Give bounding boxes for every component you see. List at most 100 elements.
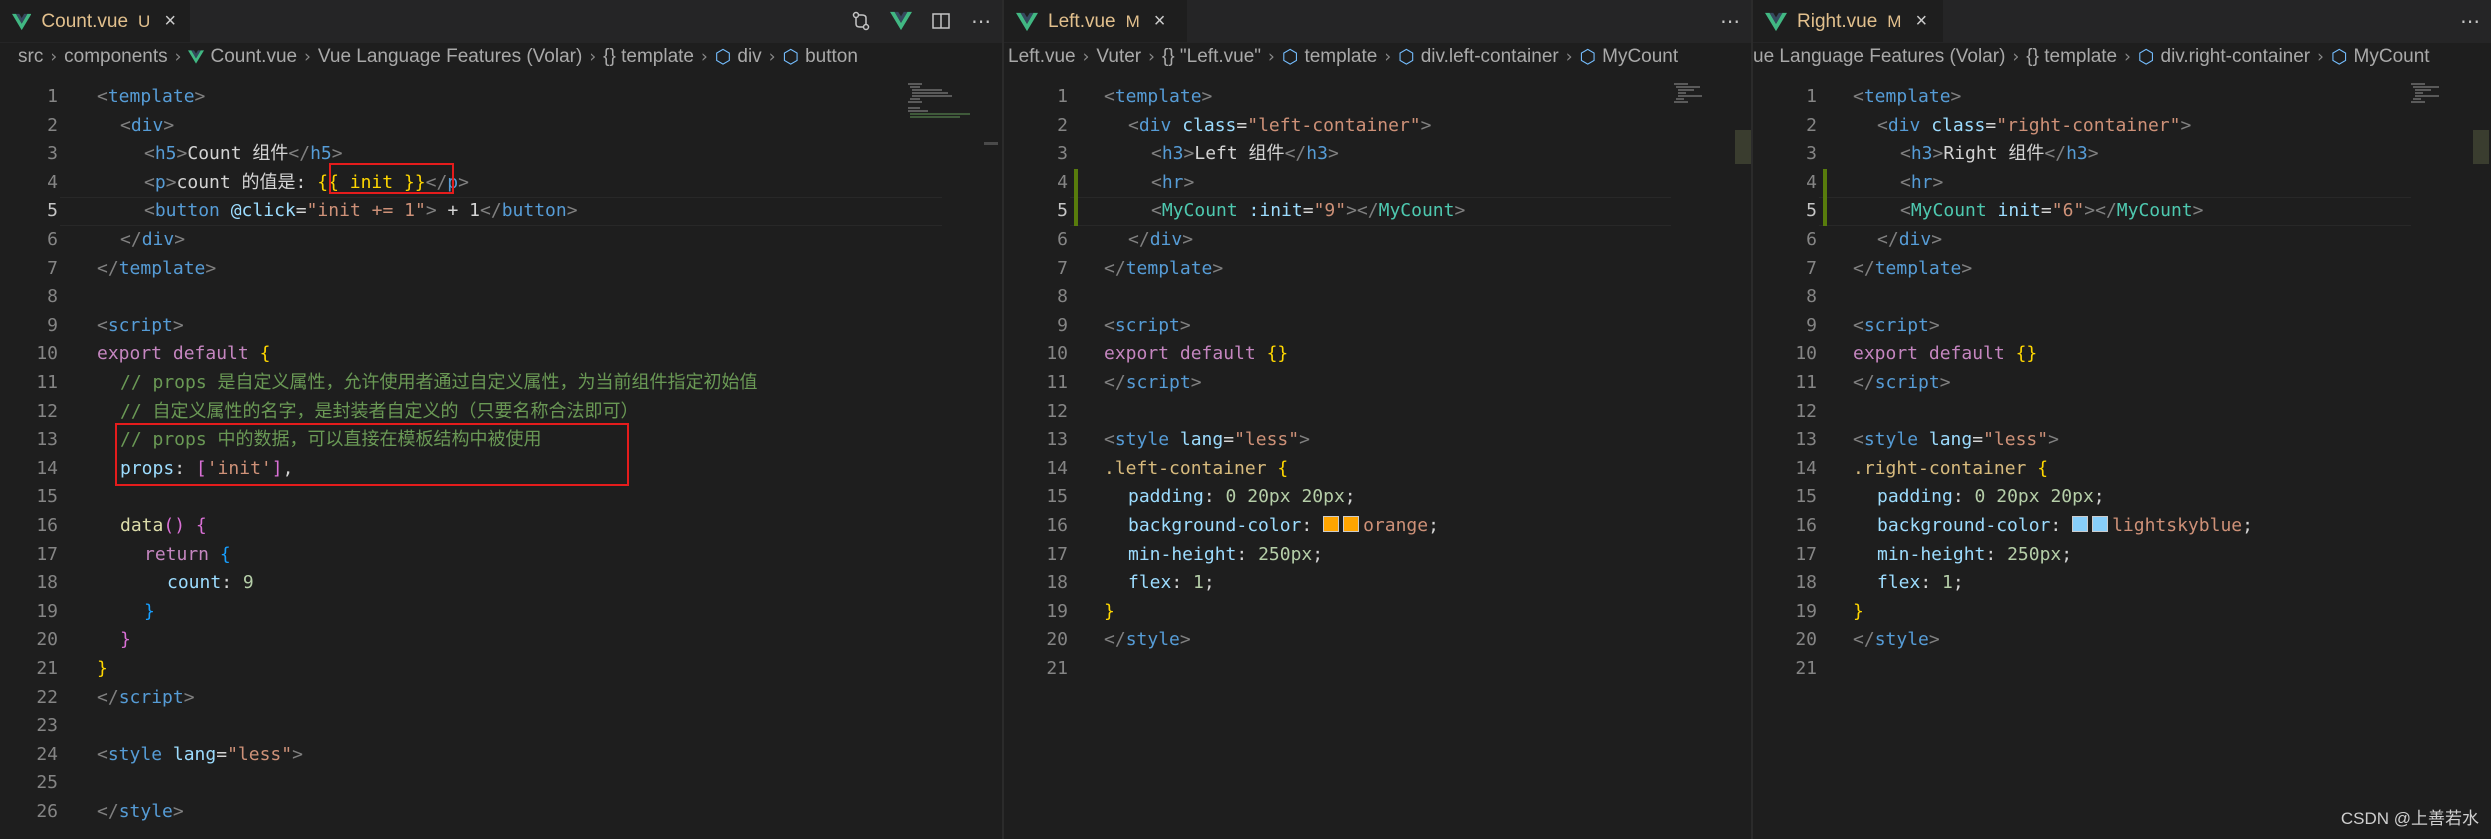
breadcrumb-mycount[interactable]: MyCount: [1602, 46, 1678, 68]
code-line: 17 min-height: 250px;: [1046, 543, 1324, 565]
code-editor[interactable]: 1 <template> 2 <div class="right-container…: [1753, 83, 2491, 839]
tab-status-badge: M: [1887, 11, 1902, 31]
code-line: 8: [1057, 286, 1068, 308]
breadcrumb: Left.vue › Vuter › {} "Left.vue" › ⬡ tem…: [1004, 43, 1751, 71]
breadcrumb-button[interactable]: button: [805, 46, 858, 68]
code-line: 9 <script>: [1057, 314, 1191, 336]
code-line: 18 flex: 1;: [1046, 572, 1215, 594]
code-line: 15 padding: 0 20px 20px;: [1046, 486, 1356, 508]
code-editor[interactable]: 1 <template> 2 <div> 3 <h5>Count 组件</h5> 4 <…: [0, 83, 1002, 839]
tab-bar: Right.vue M × ⋯: [1753, 0, 2491, 43]
scrollbar[interactable]: [2473, 130, 2489, 164]
chevron-right-icon: ›: [2124, 47, 2131, 67]
element-icon: ⬡: [1398, 46, 1415, 68]
code-line: 16 data() {: [36, 515, 207, 536]
vue-file-icon: [12, 13, 32, 30]
vue-devtools-icon[interactable]: [890, 10, 912, 32]
chevron-right-icon: ›: [768, 47, 776, 67]
more-actions-icon[interactable]: ⋯: [2459, 9, 2481, 33]
code-line: 12: [1046, 400, 1068, 422]
minimap[interactable]: [1674, 83, 1738, 123]
more-actions-icon[interactable]: ⋯: [1719, 9, 1741, 33]
code-line: 5 <MyCount :init="9"></MyCount>: [1057, 200, 1466, 222]
close-icon[interactable]: ×: [164, 10, 176, 33]
code-line: 3 <h3>Right 组件</h3>: [1806, 143, 2099, 165]
element-icon: ⬡: [1281, 46, 1299, 68]
breadcrumb-file[interactable]: Left.vue: [1008, 46, 1076, 68]
tab-left-vue[interactable]: Left.vue M ×: [1004, 0, 1187, 42]
breadcrumb-template[interactable]: {} template: [2026, 46, 2117, 68]
highlight-box-init-interpolation: [329, 163, 454, 194]
breadcrumb-language-server[interactable]: Vue Language Features (Volar): [318, 46, 582, 68]
code-line: 16 background-color: orange;: [1046, 515, 1439, 536]
code-line: 2 <div class="left-container">: [1057, 114, 1432, 136]
code-line: 9 <script>: [47, 314, 184, 336]
tab-right-vue[interactable]: Right.vue M ×: [1753, 0, 1943, 42]
code-line: 2 <div class="right-container">: [1806, 114, 2192, 136]
color-swatch-icon[interactable]: [1343, 516, 1360, 532]
color-swatch-icon[interactable]: [1323, 516, 1340, 532]
chevron-right-icon: ›: [1565, 47, 1573, 67]
close-icon[interactable]: ×: [1154, 10, 1166, 33]
code-line: 7 </template>: [1806, 257, 1973, 279]
scrollbar[interactable]: [1735, 130, 1751, 164]
breadcrumb-div[interactable]: div.left-container: [1421, 46, 1559, 68]
code-line: 16 background-color: lightskyblue;: [1795, 515, 2253, 536]
code-line: 8: [47, 286, 58, 308]
breadcrumb-mycount[interactable]: MyCount: [2354, 46, 2430, 68]
minimap[interactable]: [908, 83, 972, 123]
color-swatch-icon[interactable]: [2072, 516, 2089, 532]
code-line: 4 <hr>: [1806, 171, 1944, 193]
code-line: 23: [36, 715, 58, 737]
code-line: 1 <template>: [47, 86, 206, 107]
close-icon[interactable]: ×: [1915, 10, 1927, 33]
code-line: 3 <h3>Left 组件</h3>: [1057, 143, 1339, 165]
code-line: 8: [1806, 286, 1817, 308]
code-line: 10 export default {: [36, 343, 271, 365]
breadcrumb-src[interactable]: src: [18, 46, 43, 68]
chevron-right-icon: ›: [1268, 47, 1275, 67]
code-line: 13 <style lang="less">: [1795, 429, 2059, 451]
code-line: 22 </script>: [36, 686, 195, 708]
breadcrumb: ue Language Features (Volar) › {} templa…: [1753, 43, 2491, 71]
tab-status-badge: M: [1125, 11, 1140, 31]
split-editor-icon[interactable]: [930, 10, 952, 32]
minimap[interactable]: [2411, 83, 2475, 123]
breadcrumb-language-server[interactable]: ue Language Features (Volar): [1753, 46, 2005, 68]
editor-pane-count: Count.vue U × ⋯ src › components › Count…: [0, 0, 1002, 839]
breadcrumb-template[interactable]: {} template: [603, 46, 694, 68]
breadcrumb-language-server[interactable]: Vuter: [1096, 46, 1141, 68]
tab-label: Right.vue: [1797, 10, 1878, 32]
code-line: 21}: [36, 658, 108, 679]
code-line: 19}: [1046, 600, 1115, 622]
code-editor[interactable]: 1 <template> 2 <div class="left-container"…: [1004, 83, 1751, 839]
code-line: 15 padding: 0 20px 20px;: [1795, 486, 2105, 508]
color-swatch-icon[interactable]: [2092, 516, 2109, 532]
more-actions-icon[interactable]: ⋯: [970, 9, 992, 33]
scrollbar[interactable]: [984, 142, 998, 145]
breadcrumb-div[interactable]: div: [737, 46, 761, 68]
code-line: 4 <p>count 的值是: {{ init }}</p>: [47, 171, 469, 193]
chevron-right-icon: ›: [1082, 47, 1090, 67]
code-line: 15: [36, 486, 58, 508]
code-line: 7 </template>: [47, 257, 217, 279]
breadcrumb-template[interactable]: template: [1304, 46, 1377, 68]
code-line: 6 </div>: [1806, 229, 1943, 250]
source-control-icon[interactable]: [850, 10, 872, 32]
tab-label: Count.vue: [41, 10, 129, 32]
watermark: CSDN @上善若水: [2340, 809, 2479, 828]
code-line: 1 <template>: [1806, 86, 1962, 107]
code-line: 20 </style>: [1046, 629, 1191, 651]
tab-count-vue[interactable]: Count.vue U ×: [0, 0, 190, 42]
code-line: 3 <h5>Count 组件</h5>: [47, 143, 343, 165]
breadcrumb-file[interactable]: Count.vue: [210, 46, 297, 68]
code-line: 14 .left-container {: [1046, 457, 1289, 479]
tab-status-badge: U: [138, 11, 151, 31]
code-line: 11 </script>: [1046, 372, 1202, 393]
tab-bar: Left.vue M × ⋯: [1004, 0, 1751, 43]
vue-file-icon: [1765, 12, 1787, 31]
breadcrumb-div[interactable]: div.right-container: [2161, 46, 2311, 68]
breadcrumb-components[interactable]: components: [64, 46, 168, 68]
editor-actions: ⋯: [2459, 0, 2481, 42]
breadcrumb-module[interactable]: {} "Left.vue": [1162, 46, 1261, 68]
